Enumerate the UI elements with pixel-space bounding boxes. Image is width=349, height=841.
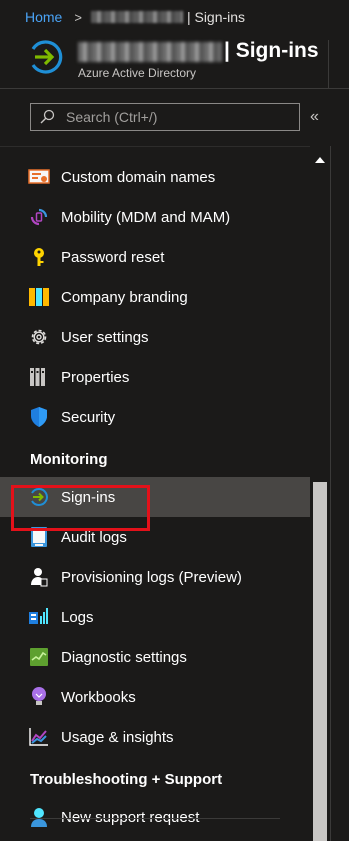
left-nav-menu: Custom domain names Mobility (MDM and MA… xyxy=(0,157,310,837)
menu-item-label: Security xyxy=(61,408,116,426)
menu-item-mobility[interactable]: Mobility (MDM and MAM) xyxy=(0,197,310,237)
menu-item-provisioning-logs[interactable]: Provisioning logs (Preview) xyxy=(0,557,310,597)
menu-item-label: Sign-ins xyxy=(61,488,116,506)
signin-arrow-icon xyxy=(28,486,50,508)
certificate-icon xyxy=(28,166,50,188)
menu-item-password-reset[interactable]: Password reset xyxy=(0,237,310,277)
logs-icon xyxy=(28,606,50,628)
breadcrumb-current: | Sign-ins xyxy=(186,9,246,25)
diagnostic-icon xyxy=(28,646,50,668)
menu-item-workbooks[interactable]: Workbooks xyxy=(0,677,310,717)
menu-item-company-branding[interactable]: Company branding xyxy=(0,277,310,317)
menu-item-usage-insights[interactable]: Usage & insights xyxy=(0,717,310,757)
menu-item-label: Logs xyxy=(61,608,94,626)
shield-icon xyxy=(28,406,50,428)
menu-item-properties[interactable]: Properties xyxy=(0,357,310,397)
content-divider xyxy=(330,146,331,841)
menu-item-audit-logs[interactable]: Audit logs xyxy=(0,517,310,557)
gear-icon xyxy=(28,326,50,348)
menu-item-security[interactable]: Security xyxy=(0,397,310,437)
menu-item-label: Diagnostic settings xyxy=(61,648,187,666)
signin-logo-icon xyxy=(31,40,63,74)
menu-item-label: New support request xyxy=(61,808,200,826)
search-box[interactable] xyxy=(30,103,300,131)
branding-icon xyxy=(28,286,50,308)
redacted-tenant-title xyxy=(78,42,222,62)
blade-header: | Sign-ins Azure Active Directory xyxy=(0,34,349,89)
menu-item-custom-domain-names[interactable]: Custom domain names xyxy=(0,157,310,197)
menu-item-diagnostic-settings[interactable]: Diagnostic settings xyxy=(0,637,310,677)
breadcrumb: Home > | Sign-ins xyxy=(0,0,349,34)
section-header-troubleshooting: Troubleshooting + Support xyxy=(30,771,223,788)
section-underline xyxy=(30,818,280,819)
menu-item-label: Workbooks xyxy=(61,688,136,706)
menu-scrollbar[interactable] xyxy=(310,146,330,841)
properties-icon xyxy=(28,366,50,388)
menu-top-divider xyxy=(0,146,330,147)
menu-item-label: Company branding xyxy=(61,288,188,306)
section-header-monitoring: Monitoring xyxy=(30,451,108,468)
menu-item-label: User settings xyxy=(61,328,149,346)
insights-chart-icon xyxy=(28,726,50,748)
support-person-icon xyxy=(28,806,50,828)
scroll-up-arrow-icon[interactable] xyxy=(310,150,330,168)
menu-item-label: Usage & insights xyxy=(61,728,174,746)
menu-item-sign-ins[interactable]: Sign-ins xyxy=(0,477,310,517)
menu-item-user-settings[interactable]: User settings xyxy=(0,317,310,357)
provisioning-icon xyxy=(28,566,50,588)
scrollbar-thumb[interactable] xyxy=(313,482,327,841)
header-divider xyxy=(328,40,329,88)
menu-item-label: Provisioning logs (Preview) xyxy=(61,568,242,586)
menu-item-label: Audit logs xyxy=(61,528,127,546)
menu-item-logs[interactable]: Logs xyxy=(0,597,310,637)
menu-item-label: Properties xyxy=(61,368,130,386)
redacted-tenant-name xyxy=(90,11,183,23)
breadcrumb-separator: > xyxy=(74,9,82,25)
audit-log-icon xyxy=(28,526,50,548)
lightbulb-icon xyxy=(28,686,50,708)
menu-item-label: Mobility (MDM and MAM) xyxy=(61,208,231,226)
collapse-menu-button[interactable]: « xyxy=(310,108,319,126)
breadcrumb-home-link[interactable]: Home xyxy=(25,9,62,25)
menu-item-label: Password reset xyxy=(61,248,165,266)
menu-item-label: Custom domain names xyxy=(61,168,216,186)
search-input[interactable] xyxy=(64,108,288,126)
page-title: | Sign-ins xyxy=(224,39,319,62)
mobility-icon xyxy=(28,206,50,228)
menu-item-new-support-request[interactable]: New support request xyxy=(0,797,310,837)
key-icon xyxy=(28,246,50,268)
page-subtitle: Azure Active Directory xyxy=(78,66,197,80)
search-icon xyxy=(40,109,55,124)
